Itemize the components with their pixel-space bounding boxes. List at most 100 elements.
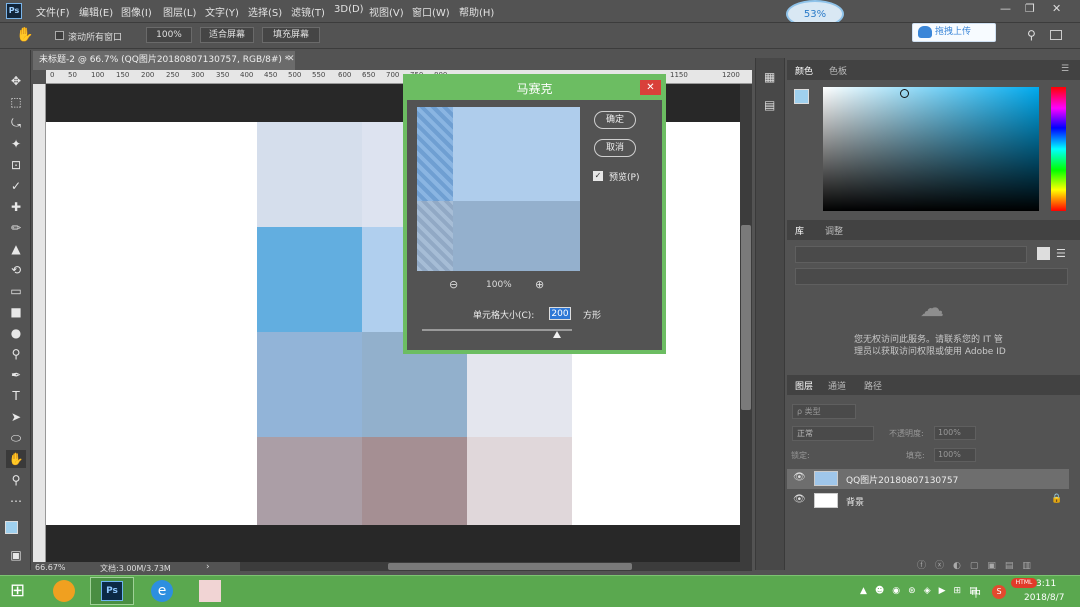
type-tool-icon[interactable]: T <box>6 387 26 405</box>
zoom-tool-icon[interactable]: ⚲ <box>6 471 26 489</box>
color-picker-cursor[interactable] <box>900 89 909 98</box>
panel-menu-icon[interactable]: ☰ <box>1061 64 1069 74</box>
more-tools-icon[interactable]: ⋯ <box>6 492 26 510</box>
visibility-eye-icon[interactable]: 👁 <box>793 494 806 505</box>
history-panel-icon[interactable]: ▦ <box>764 70 775 84</box>
taskbar-photoshop[interactable]: Ps <box>90 577 134 605</box>
hue-slider[interactable] <box>1051 87 1066 211</box>
zoom-level[interactable]: 66.67% <box>35 563 66 572</box>
quick-select-tool-icon[interactable]: ✦ <box>6 135 26 153</box>
sogou-icon[interactable]: S <box>992 585 1006 599</box>
menu-window[interactable]: 窗口(W) <box>412 4 450 19</box>
layer-row[interactable]: 👁 背景 🔒 <box>787 491 1069 511</box>
filter-preview[interactable] <box>417 107 580 271</box>
restore-icon[interactable]: ❐ <box>1025 2 1035 15</box>
library-search-input[interactable] <box>795 268 1068 285</box>
marquee-tool-icon[interactable]: ⬚ <box>6 93 26 111</box>
menu-select[interactable]: 选择(S) <box>248 4 282 19</box>
preview-checkbox[interactable]: ✓ <box>593 171 603 181</box>
clock-date[interactable]: 2018/8/7 <box>1024 593 1064 603</box>
layer-actions-bar[interactable]: ⓕⓧ◐▢▣▤▥ <box>917 558 1040 571</box>
search-icon[interactable]: ⚲ <box>1027 28 1036 42</box>
blend-mode-dropdown[interactable]: 正常 <box>792 426 874 441</box>
minimize-icon[interactable]: — <box>1000 2 1011 15</box>
visibility-eye-icon[interactable]: 👁 <box>793 472 806 483</box>
cloud-icon <box>918 26 932 38</box>
opacity-input[interactable]: 100% <box>934 426 976 440</box>
blur-tool-icon[interactable]: ● <box>6 324 26 342</box>
fit-screen-button[interactable]: 适合屏幕 <box>200 27 254 43</box>
properties-panel-icon[interactable]: ▤ <box>764 98 775 112</box>
tab-adjustments[interactable]: 调整 <box>825 224 843 237</box>
crop-tool-icon[interactable]: ⊡ <box>6 156 26 174</box>
brush-tool-icon[interactable]: ✏ <box>6 219 26 237</box>
menu-image[interactable]: 图像(I) <box>121 4 152 19</box>
history-brush-icon[interactable]: ⟲ <box>6 261 26 279</box>
hand-tool-icon[interactable]: ✋ <box>6 450 26 468</box>
lasso-tool-icon[interactable]: ⤿ <box>6 114 26 132</box>
gradient-tool-icon[interactable]: ■ <box>6 303 26 321</box>
fill-screen-button[interactable]: 填充屏幕 <box>262 27 320 43</box>
menu-file[interactable]: 文件(F) <box>36 4 70 19</box>
tab-channels[interactable]: 通道 <box>828 379 846 392</box>
zoom-out-icon[interactable]: ⊖ <box>449 278 458 291</box>
close-tab-icon[interactable]: ✕ <box>287 54 295 64</box>
menu-help[interactable]: 帮助(H) <box>459 4 494 19</box>
taskbar-photo-viewer[interactable] <box>188 577 232 605</box>
menu-edit[interactable]: 编辑(E) <box>79 4 113 19</box>
dodge-tool-icon[interactable]: ⚲ <box>6 345 26 363</box>
ok-button[interactable]: 确定 <box>594 111 636 129</box>
status-arrow-icon[interactable]: › <box>206 562 210 572</box>
system-tray[interactable]: ▲☻◉⊛◈▶⊞▤ <box>860 586 986 596</box>
list-view-icon[interactable]: ☰ <box>1056 247 1066 260</box>
menu-type[interactable]: 文字(Y) <box>205 4 239 19</box>
document-tab[interactable]: 未标题-2 @ 66.7% (QQ图片20180807130757, RGB/8… <box>33 51 295 70</box>
move-tool-icon[interactable]: ✥ <box>6 72 26 90</box>
zoom-100-button[interactable]: 100% <box>146 27 192 43</box>
grid-view-icon[interactable] <box>1037 247 1050 260</box>
workspace-icon[interactable] <box>1050 30 1062 40</box>
foreground-color-swatch[interactable] <box>5 521 18 534</box>
ime-indicator[interactable]: 中 <box>971 585 981 600</box>
horizontal-scroll-thumb[interactable] <box>388 563 632 570</box>
cell-size-label: 单元格大小(C): <box>473 311 535 321</box>
fill-input[interactable]: 100% <box>934 448 976 462</box>
color-panel-tabs: 颜色 色板 ☰ <box>787 60 1080 80</box>
tab-libraries[interactable]: 库 <box>795 224 804 237</box>
path-select-icon[interactable]: ➤ <box>6 408 26 426</box>
layer-row[interactable]: 👁 QQ图片20180807130757 <box>787 469 1069 489</box>
taskbar-app-icon[interactable] <box>42 577 86 605</box>
foreground-color-swatch[interactable] <box>794 89 809 104</box>
dialog-close-icon[interactable]: ✕ <box>640 80 661 95</box>
pen-tool-icon[interactable]: ✒ <box>6 366 26 384</box>
healing-brush-icon[interactable]: ✚ <box>6 198 26 216</box>
slider-thumb[interactable] <box>553 331 561 338</box>
eraser-tool-icon[interactable]: ▭ <box>6 282 26 300</box>
tab-paths[interactable]: 路径 <box>864 379 882 392</box>
tab-color[interactable]: 颜色 <box>795 64 813 77</box>
mosaic-tile <box>257 227 362 332</box>
scroll-all-checkbox[interactable] <box>55 31 64 40</box>
cell-size-input[interactable]: 200 <box>549 307 571 320</box>
menu-filter[interactable]: 滤镜(T) <box>291 4 325 19</box>
taskbar-ie[interactable]: e <box>140 577 184 605</box>
windows-start-icon[interactable]: ⊞ <box>10 580 25 601</box>
layer-filter-dropdown[interactable]: ρ 类型 <box>792 404 856 419</box>
close-icon[interactable]: ✕ <box>1052 2 1061 15</box>
cancel-button[interactable]: 取消 <box>594 139 636 157</box>
clock-time[interactable]: 3:11 <box>1036 579 1056 589</box>
vertical-scroll-thumb[interactable] <box>741 225 751 410</box>
color-picker-field[interactable] <box>823 87 1039 211</box>
quick-mask-icon[interactable]: ▣ <box>6 546 26 564</box>
menu-view[interactable]: 视图(V) <box>369 4 404 19</box>
cell-size-slider[interactable] <box>422 329 572 331</box>
eyedropper-tool-icon[interactable]: ✓ <box>6 177 26 195</box>
tab-layers[interactable]: 图层 <box>795 379 813 392</box>
shape-tool-icon[interactable]: ⬭ <box>6 429 26 447</box>
stamp-tool-icon[interactable]: ▲ <box>6 240 26 258</box>
library-dropdown[interactable] <box>795 246 1027 263</box>
menu-layer[interactable]: 图层(L) <box>163 4 196 19</box>
tab-swatches[interactable]: 色板 <box>829 64 847 77</box>
menu-3d[interactable]: 3D(D) <box>334 4 364 15</box>
zoom-in-icon[interactable]: ⊕ <box>535 278 544 291</box>
